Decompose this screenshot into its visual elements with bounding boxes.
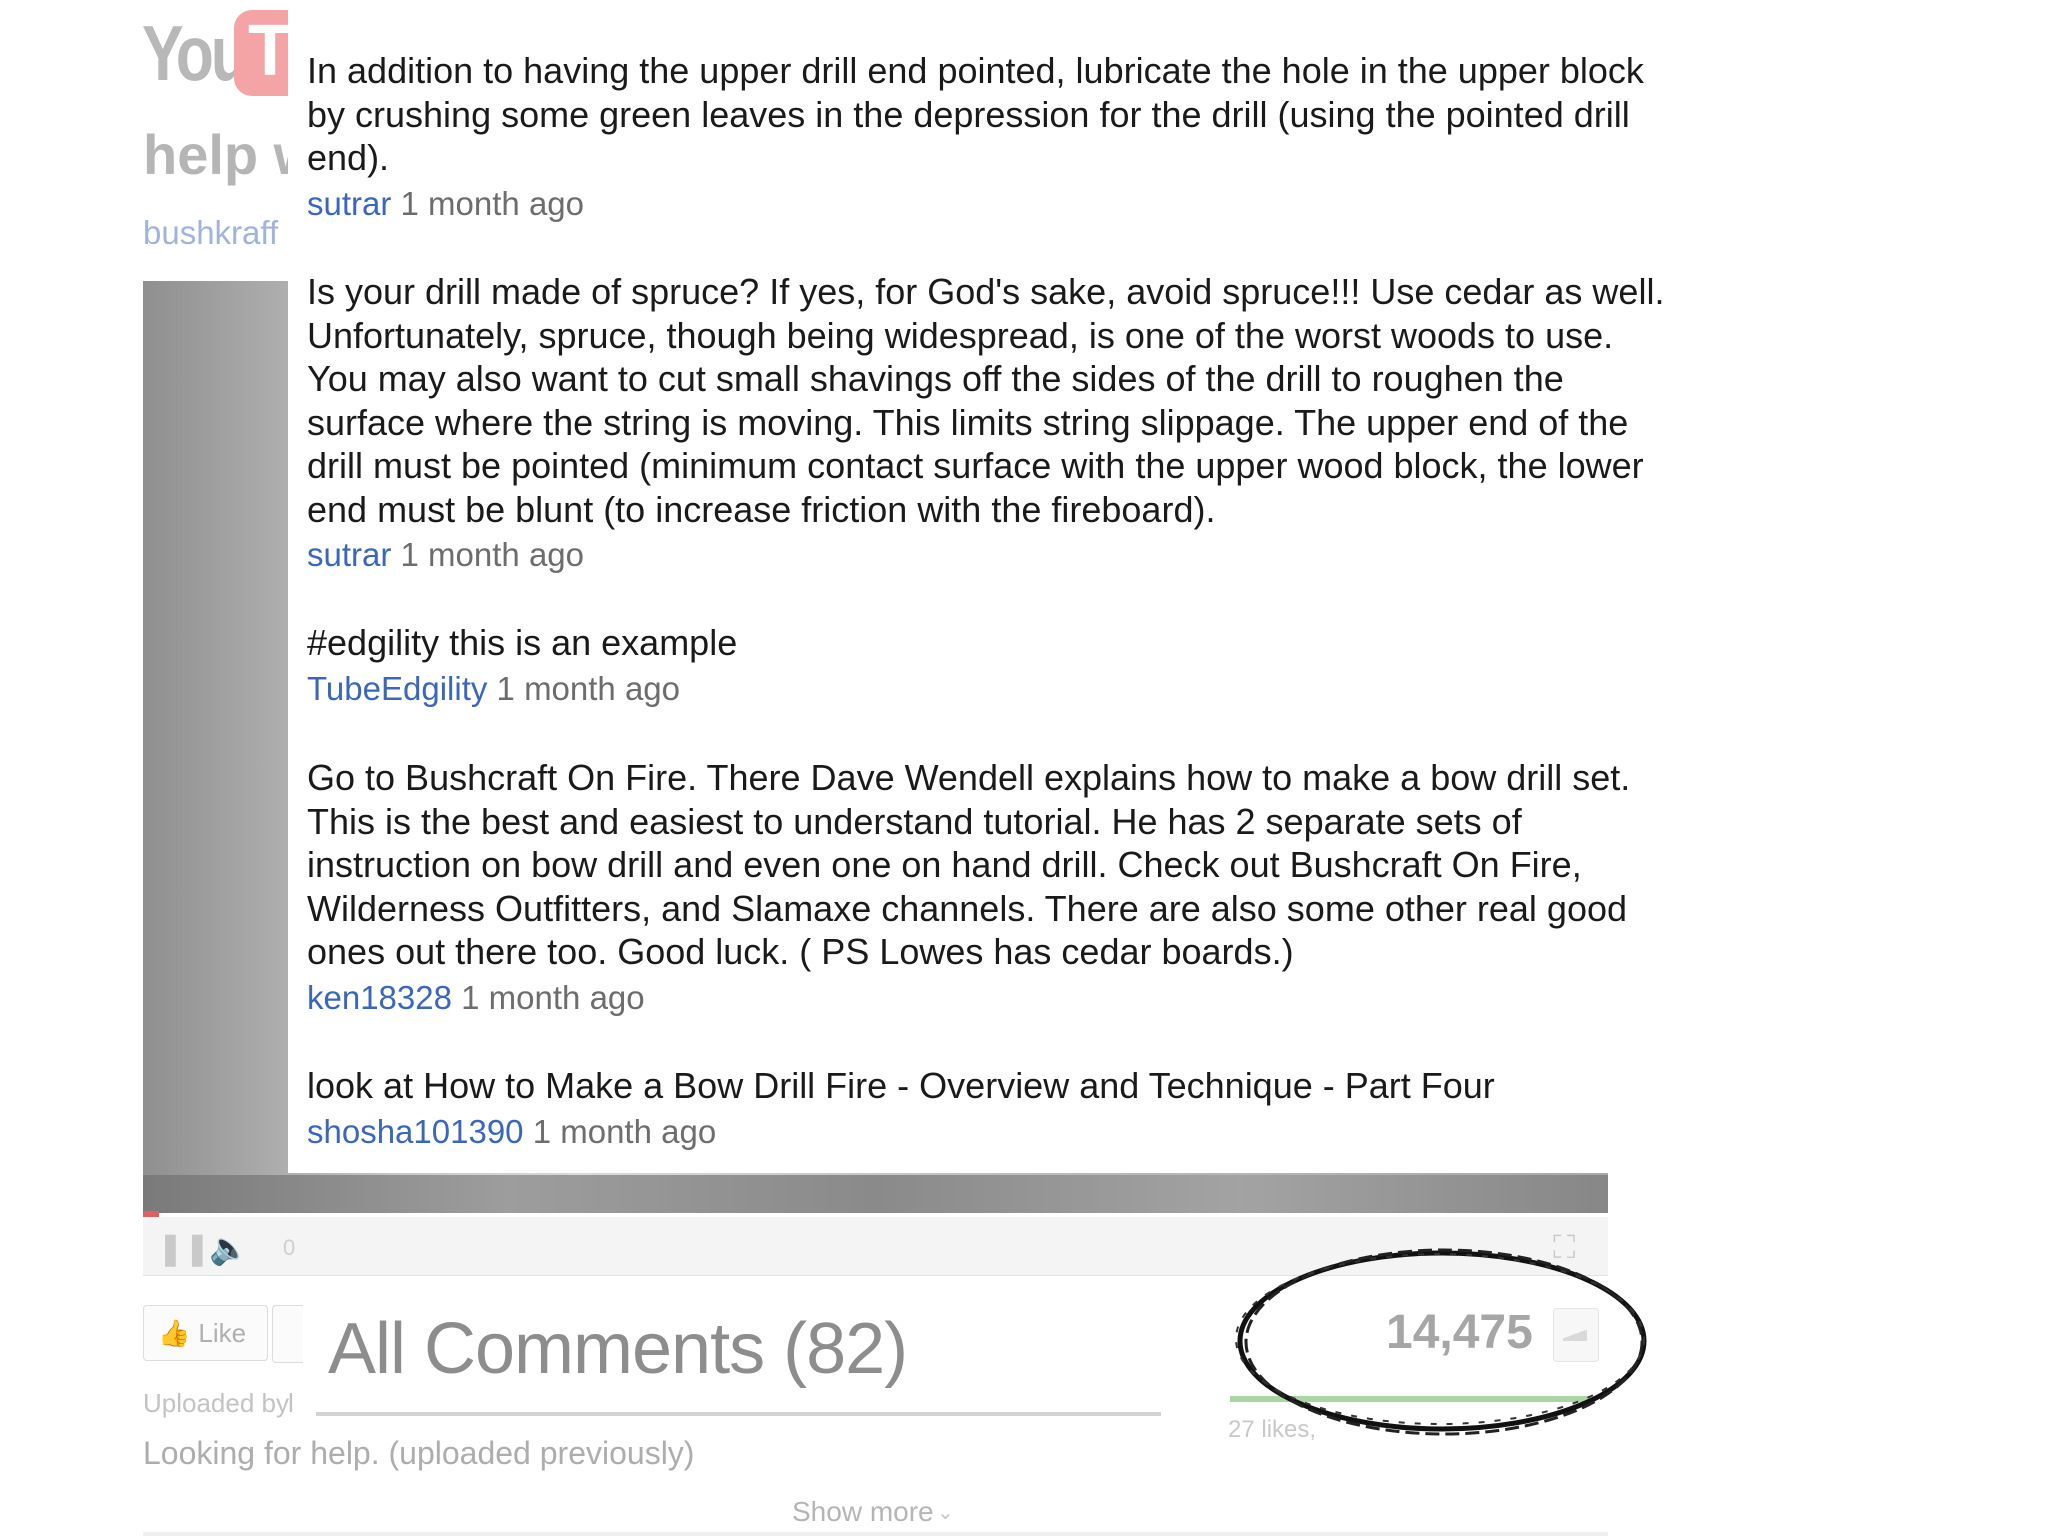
comment-timestamp: 1 month ago [496,669,681,707]
comment-timestamp: 1 month ago [532,1112,717,1150]
pause-icon[interactable]: ❚❚ [157,1229,211,1267]
comment-line: #edgility this is an example [307,622,738,663]
like-button[interactable]: 👍 Like [143,1305,268,1361]
comment-line: You may also want to cut small shavings … [307,358,1564,399]
comment-line: This is the best and easiest to understa… [307,800,1522,842]
comment-meta: shosha101390 1 month ago [307,1112,1807,1152]
comment-line: ones out there too. Good luck. ( PS Lowe… [307,931,1294,972]
comment-line: by crushing some green leaves in the dep… [307,93,1630,135]
video-frame-strip [143,1175,1608,1213]
comment-line: end must be blunt (to increase friction … [307,488,1216,530]
comment-line: In addition to having the upper drill en… [307,50,1644,91]
comment-line: drill must be pointed (minimum contact s… [307,445,1644,486]
uploader-link[interactable]: l [288,1388,294,1419]
comment-item: Is your drill made of spruce? If yes, fo… [307,270,1807,575]
comment-line: Wilderness Outfitters, and Slamaxe chann… [307,887,1628,929]
show-more-link[interactable]: Show more [792,1496,934,1528]
comment-line: Go to Bushcraft On Fire. There Dave Wend… [307,757,1631,798]
comment-username-link[interactable]: sutrar [307,536,391,573]
channel-link[interactable]: bushkraff [143,214,278,252]
hand-drawn-circle-annotation [1235,1248,1647,1436]
comment-meta: TubeEdgility 1 month ago [307,669,1807,709]
comment-timestamp: 1 month ago [400,184,584,222]
player-time: 0 [283,1235,296,1260]
comments-divider [316,1412,1161,1416]
comment-item: #edgility this is an example TubeEdgilit… [307,621,1807,709]
thumbs-up-icon: 👍 [158,1317,191,1348]
comment-username-link[interactable]: ken18328 [307,979,452,1016]
comment-item: look at How to Make a Bow Drill Fire - O… [307,1064,1807,1152]
comment-username-link[interactable]: shosha101390 [307,1113,524,1150]
all-comments-heading: All Comments (82) [328,1309,908,1389]
video-description: Looking for help. (uploaded previously) [143,1435,695,1471]
dislike-button[interactable] [272,1305,303,1363]
youtube-logo[interactable]: You Tu [142,8,374,98]
comment-line: instruction on bow drill and even one on… [307,844,1582,885]
comment-line: end). [307,137,390,178]
comment-line: Is your drill made of spruce? If yes, fo… [307,271,1665,312]
comment-item: Go to Bushcraft On Fire. There Dave Wend… [307,756,1807,1018]
comment-meta: ken18328 1 month ago [307,978,1807,1018]
comment-line: Unfortunately, spruce, though being wide… [307,314,1614,356]
uploaded-by-text: Uploaded by [143,1388,289,1418]
chevron-down-icon[interactable]: ⌄ [937,1500,954,1525]
comment-line: look at How to Make a Bow Drill Fire - O… [307,1065,1495,1106]
comment-line: surface where the string is moving. This… [307,401,1629,443]
comment-text: look at How to Make a Bow Drill Fire - O… [307,1064,1807,1108]
comment-meta: sutrar 1 month ago [307,535,1807,575]
comment-text: #edgility this is an example [307,621,1807,665]
comment-username-link[interactable]: TubeEdgility [307,670,487,707]
page-divider [143,1532,1608,1536]
logo-you-text: You [142,8,249,97]
comment-meta: sutrar 1 month ago [307,184,1807,224]
comment-text: Is your drill made of spruce? If yes, fo… [307,270,1807,531]
comment-text: In addition to having the upper drill en… [307,49,1807,180]
comment-timestamp: 1 month ago [400,536,584,573]
comment-username-link[interactable]: sutrar [307,185,391,222]
like-button-label: Like [198,1317,247,1348]
comment-timestamp: 1 month ago [461,978,645,1016]
comment-item: In addition to having the upper drill en… [307,49,1807,224]
volume-icon[interactable]: 🔈 [209,1229,249,1267]
comment-text: Go to Bushcraft On Fire. There Dave Wend… [307,756,1807,974]
